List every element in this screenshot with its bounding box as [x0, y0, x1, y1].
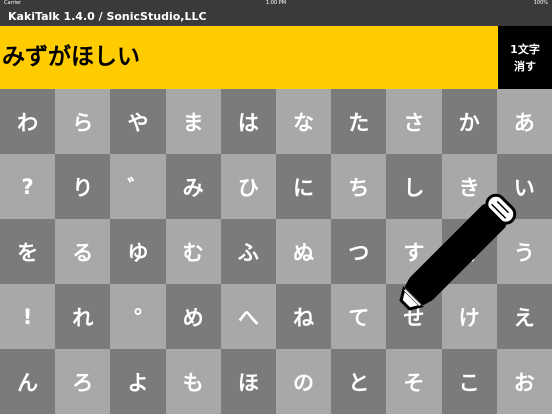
kana-key[interactable]: °	[110, 284, 166, 349]
kana-key[interactable]: る	[55, 219, 111, 284]
kana-key[interactable]: こ	[441, 349, 497, 414]
kana-key[interactable]: え	[496, 284, 552, 349]
kana-key[interactable]: り	[55, 154, 111, 219]
kana-key[interactable]: ほ	[220, 349, 276, 414]
kana-key[interactable]: き	[441, 154, 497, 219]
kana-key[interactable]: ?	[0, 154, 56, 219]
kana-key[interactable]: と	[331, 349, 387, 414]
title-bar: KakiTalk 1.4.0 / SonicStudio,LLC	[0, 7, 552, 26]
kana-key[interactable]: の	[275, 349, 332, 414]
kana-key[interactable]: め	[165, 284, 221, 349]
kana-key[interactable]: み	[165, 154, 221, 219]
kana-key[interactable]: た	[331, 89, 387, 154]
app-title: KakiTalk 1.4.0 / SonicStudio,LLC	[8, 10, 207, 23]
kana-key[interactable]: す	[386, 219, 442, 284]
kana-key[interactable]: !	[0, 284, 56, 349]
kana-key[interactable]: ら	[55, 89, 111, 154]
kana-key[interactable]: う	[496, 219, 552, 284]
kana-key[interactable]: さ	[386, 89, 442, 154]
kana-key[interactable]: ぬ	[275, 219, 332, 284]
kana-key[interactable]: け	[441, 284, 497, 349]
kana-key[interactable]: れ	[55, 284, 111, 349]
kana-key[interactable]: な	[275, 89, 332, 154]
kana-key[interactable]: ろ	[55, 349, 111, 414]
kana-key[interactable]: よ	[110, 349, 166, 414]
kana-key[interactable]: や	[110, 89, 166, 154]
clock: 1:00 PM	[265, 0, 287, 6]
kana-key[interactable]: い	[496, 154, 552, 219]
kana-key[interactable]: ひ	[220, 154, 276, 219]
kana-key[interactable]: お	[496, 349, 552, 414]
kana-key[interactable]: も	[165, 349, 221, 414]
kana-key[interactable]: む	[165, 219, 221, 284]
delete-char-button[interactable]: 1文字 消す	[498, 26, 552, 89]
kana-key[interactable]: を	[0, 219, 56, 284]
battery-level: 100%	[533, 0, 548, 6]
kana-key[interactable]: ゛	[110, 154, 166, 219]
kana-key[interactable]: く	[441, 219, 497, 284]
kana-key[interactable]: ん	[0, 349, 56, 414]
kana-key[interactable]: わ	[0, 89, 56, 154]
composed-text: みずがほしい	[2, 44, 140, 70]
kana-key[interactable]: て	[331, 284, 387, 349]
kana-key[interactable]: は	[220, 89, 276, 154]
kana-key[interactable]: し	[386, 154, 442, 219]
kana-keyboard: わらやまはなたさかあ? り゛みひにちしきいをるゆむふぬつすくう! れ ° めへねてせけえ…	[0, 89, 552, 414]
kana-key[interactable]: つ	[331, 219, 387, 284]
kana-key[interactable]: ね	[275, 284, 332, 349]
delete-label-line1: 1文字	[510, 42, 540, 56]
status-bar: Carrier 1:00 PM 100%	[0, 0, 552, 7]
kana-key[interactable]: せ	[386, 284, 442, 349]
kana-key[interactable]: ま	[165, 89, 221, 154]
kana-key[interactable]: あ	[496, 89, 552, 154]
kana-key[interactable]: そ	[386, 349, 442, 414]
delete-label-line2: 消す	[514, 59, 536, 73]
kana-key[interactable]: へ	[220, 284, 276, 349]
kana-key[interactable]: ち	[331, 154, 387, 219]
kana-key[interactable]: ふ	[220, 219, 276, 284]
kana-key[interactable]: か	[441, 89, 497, 154]
text-display: みずがほしい	[0, 26, 498, 89]
kana-key[interactable]: に	[275, 154, 332, 219]
kana-key[interactable]: ゆ	[110, 219, 166, 284]
